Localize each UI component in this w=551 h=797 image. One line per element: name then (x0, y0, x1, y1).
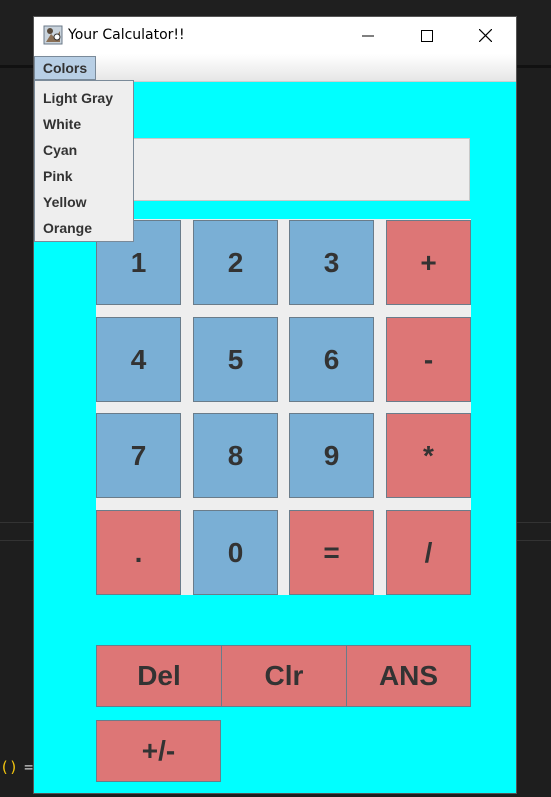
key-4[interactable]: 4 (96, 317, 181, 402)
editor-divider (0, 540, 34, 541)
key-7[interactable]: 7 (96, 413, 181, 498)
result-display: 0 (96, 138, 470, 201)
negate-button[interactable]: +/- (96, 720, 221, 782)
close-button[interactable] (462, 17, 508, 54)
menu-bar: Colors (34, 54, 516, 82)
menu-item-orange[interactable]: Orange (35, 215, 133, 241)
editor-divider (0, 522, 34, 523)
key-multiply[interactable]: * (386, 413, 471, 498)
maximize-icon (421, 29, 433, 42)
calculator-window: Your Calculator!! Colors Light Gray Whit… (34, 17, 516, 793)
menu-item-light-gray[interactable]: Light Gray (35, 85, 133, 111)
menu-item-pink[interactable]: Pink (35, 163, 133, 189)
app-icon (43, 25, 63, 45)
menu-item-yellow[interactable]: Yellow (35, 189, 133, 215)
key-5[interactable]: 5 (193, 317, 278, 402)
colors-menu[interactable]: Colors (34, 56, 96, 80)
colors-dropdown: Light Gray White Cyan Pink Yellow Orange (34, 80, 134, 242)
clear-button[interactable]: Clr (221, 645, 347, 707)
key-6[interactable]: 6 (289, 317, 374, 402)
key-equals[interactable]: = (289, 510, 374, 595)
menu-item-cyan[interactable]: Cyan (35, 137, 133, 163)
close-icon (478, 29, 492, 42)
key-8[interactable]: 8 (193, 413, 278, 498)
answer-button[interactable]: ANS (346, 645, 471, 707)
key-minus[interactable]: - (386, 317, 471, 402)
key-9[interactable]: 9 (289, 413, 374, 498)
minimize-button[interactable] (345, 17, 391, 54)
title-bar: Your Calculator!! (34, 17, 516, 54)
menu-item-white[interactable]: White (35, 111, 133, 137)
window-title: Your Calculator!! (68, 27, 185, 43)
maximize-button[interactable] (404, 17, 450, 54)
keypad: 1 2 3 + 4 5 6 - 7 8 9 * . 0 = / (96, 219, 471, 595)
editor-divider (516, 540, 551, 541)
minimize-icon (362, 35, 374, 36)
editor-code-fragment: () = (0, 758, 34, 776)
key-divide[interactable]: / (386, 510, 471, 595)
key-plus[interactable]: + (386, 220, 471, 305)
key-0[interactable]: 0 (193, 510, 278, 595)
key-decimal[interactable]: . (96, 510, 181, 595)
delete-button[interactable]: Del (96, 645, 222, 707)
key-3[interactable]: 3 (289, 220, 374, 305)
editor-divider (516, 522, 551, 523)
key-2[interactable]: 2 (193, 220, 278, 305)
